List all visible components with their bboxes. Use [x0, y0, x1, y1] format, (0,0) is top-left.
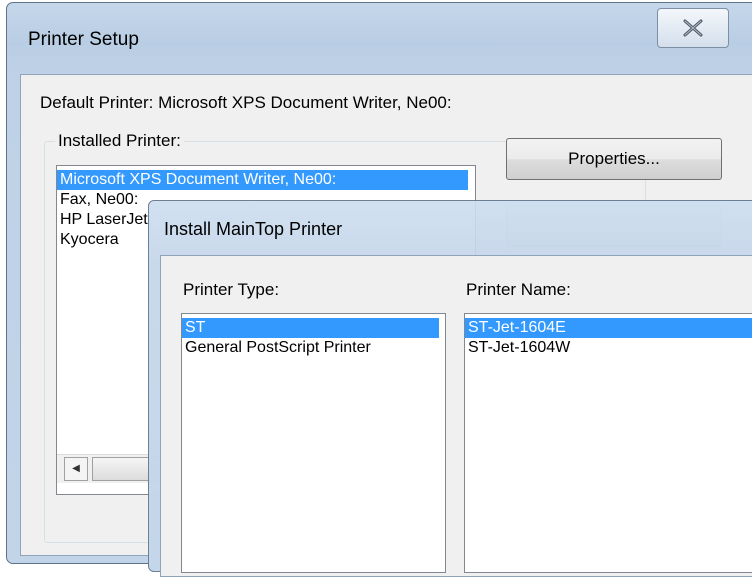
default-printer-text: Default Printer: Microsoft XPS Document … — [40, 93, 452, 112]
printer-setup-title: Printer Setup — [28, 29, 139, 50]
printer-type-list[interactable]: ST General PostScript Printer — [181, 313, 446, 573]
close-button[interactable] — [657, 8, 729, 48]
printer-type-label: Printer Type: — [183, 280, 280, 299]
install-dialog-title: Install MainTop Printer — [164, 219, 343, 239]
scroll-left-icon[interactable]: ◀ — [64, 457, 88, 481]
list-item[interactable]: Kyocera — [57, 230, 119, 250]
list-item[interactable]: ST — [182, 318, 439, 338]
list-item[interactable]: General PostScript Printer — [182, 338, 371, 358]
properties-button[interactable]: Properties... — [506, 138, 722, 180]
list-item[interactable]: Fax, Ne00: — [57, 190, 138, 210]
list-item[interactable]: Microsoft XPS Document Writer, Ne00: — [57, 170, 468, 190]
list-item[interactable]: ST-Jet-1604E — [465, 318, 752, 338]
list-item[interactable]: HP LaserJet — [57, 210, 148, 230]
close-icon — [683, 19, 703, 37]
printer-name-list[interactable]: ST-Jet-1604E ST-Jet-1604W — [464, 313, 752, 573]
printer-name-label: Printer Name: — [466, 280, 571, 299]
installed-printer-label: Installed Printer: — [55, 131, 184, 151]
list-item[interactable]: ST-Jet-1604W — [465, 338, 570, 358]
